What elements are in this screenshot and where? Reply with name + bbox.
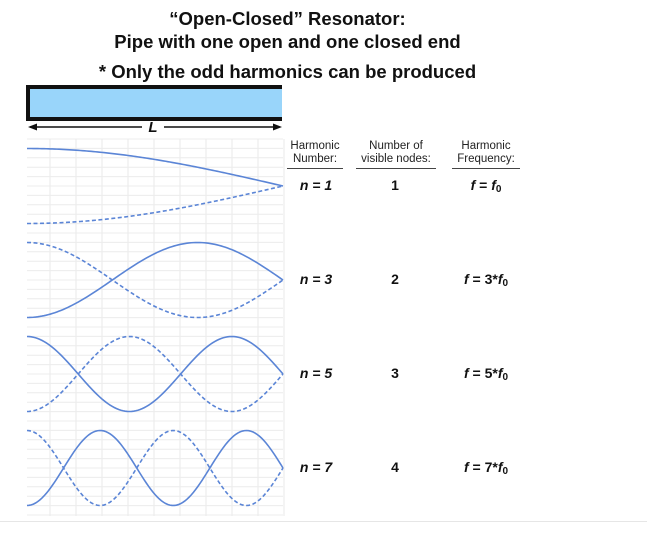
freq-subscript: 0 <box>495 184 502 195</box>
harmonic-number: n = 1 <box>299 177 333 193</box>
length-arrow-left-head <box>28 123 37 131</box>
freq-coefficient: 3* <box>484 271 498 287</box>
header-visible-nodes-line1: Number of <box>369 140 423 152</box>
header-visible-nodes: Number of visible nodes: <box>356 140 436 169</box>
freq-equals: f = <box>463 365 485 381</box>
harmonic-number: n = 3 <box>299 271 333 287</box>
harmonic-frequency: f = f0 <box>448 177 524 195</box>
freq-subscript: 0 <box>502 466 509 477</box>
freq-coefficient: 5* <box>484 365 498 381</box>
header-harmonic-number: Harmonic Number: <box>287 140 343 169</box>
harmonic-frequency: f = 7*f0 <box>448 459 524 477</box>
freq-subscript: 0 <box>502 372 509 383</box>
freq-equals: f = <box>470 177 492 193</box>
harmonic-frequency: f = 5*f0 <box>448 365 524 383</box>
bottom-divider <box>0 521 647 522</box>
freq-subscript: 0 <box>502 278 509 289</box>
header-harmonic-frequency: Harmonic Frequency: <box>452 140 520 169</box>
harmonic-number: n = 7 <box>299 459 333 475</box>
visible-nodes-count: 2 <box>391 271 399 287</box>
header-visible-nodes-line2: visible nodes: <box>361 153 431 165</box>
freq-equals: f = <box>463 459 485 475</box>
visible-nodes-count: 3 <box>391 365 399 381</box>
grid <box>27 138 285 516</box>
header-harmonic-number-line1: Harmonic <box>290 140 340 152</box>
harmonic-number: n = 5 <box>299 365 333 381</box>
harmonic-frequency: f = 3*f0 <box>448 271 524 289</box>
length-arrow-right-head <box>273 123 282 131</box>
freq-equals: f = <box>463 271 485 287</box>
header-harmonic-frequency-line2: Frequency: <box>457 153 515 165</box>
length-label: L <box>148 119 157 136</box>
freq-coefficient: 7* <box>484 459 498 475</box>
visible-nodes-count: 1 <box>391 177 399 193</box>
visible-nodes-count: 4 <box>391 459 399 475</box>
header-harmonic-number-line2: Number: <box>292 153 338 165</box>
length-arrow: L <box>28 119 282 136</box>
header-harmonic-frequency-line1: Harmonic <box>461 140 511 152</box>
